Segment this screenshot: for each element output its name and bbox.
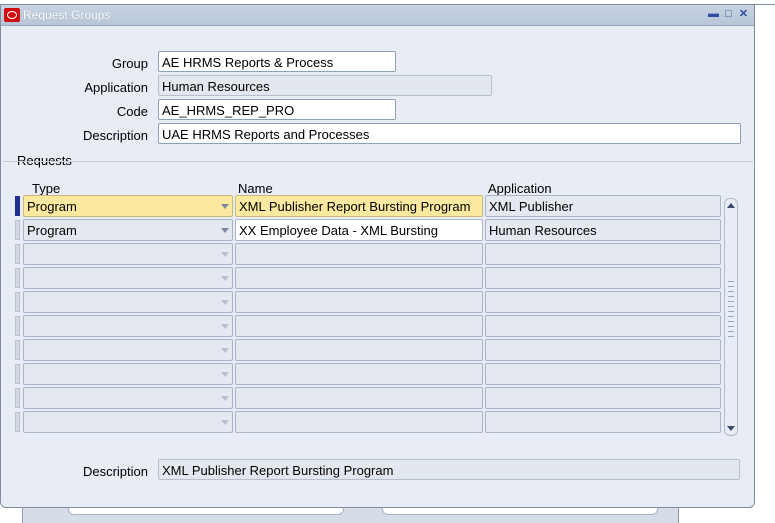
application-cell[interactable] [485,339,721,361]
table-row[interactable] [15,291,723,313]
table-row[interactable] [15,267,723,289]
name-cell[interactable] [235,267,483,289]
footer-description-label: Description [82,464,148,479]
dropdown-arrow-icon[interactable] [221,348,229,353]
name-cell[interactable] [235,243,483,265]
row-indicator[interactable] [15,244,20,264]
table-row[interactable]: Program XML Publisher Report Bursting Pro… [15,195,723,217]
name-cell[interactable] [235,387,483,409]
application-cell[interactable] [485,291,721,313]
type-cell[interactable] [23,363,233,385]
application-label: Application [84,80,148,95]
window-title: Request Groups [23,8,111,22]
dropdown-arrow-icon[interactable] [221,396,229,401]
maximize-icon[interactable]: □ [723,9,734,20]
name-cell[interactable] [235,363,483,385]
row-indicator[interactable] [15,340,20,360]
type-cell[interactable] [23,291,233,313]
table-row[interactable] [15,411,723,433]
group-label: Group [111,56,148,71]
type-cell[interactable]: Program [23,219,233,241]
dropdown-arrow-icon[interactable] [221,252,229,257]
row-indicator[interactable] [15,364,20,384]
name-cell[interactable] [235,411,483,433]
description-label: Description [82,128,148,143]
dropdown-arrow-icon[interactable] [221,204,229,209]
code-field[interactable]: AE_HRMS_REP_PRO [158,99,396,120]
type-value: Program [27,223,77,238]
row-indicator[interactable] [15,388,20,408]
application-cell[interactable] [485,315,721,337]
footer-description-field[interactable]: XML Publisher Report Bursting Program [158,459,740,480]
background-window-edge [755,4,775,5]
oracle-logo-icon [4,8,20,22]
application-column-header: Application [488,181,552,196]
application-cell[interactable]: Human Resources [485,219,721,241]
row-indicator[interactable] [15,220,20,240]
dropdown-arrow-icon[interactable] [221,228,229,233]
type-cell[interactable] [23,243,233,265]
row-indicator[interactable] [15,316,20,336]
table-row[interactable] [15,363,723,385]
section-divider [3,161,753,162]
dropdown-arrow-icon[interactable] [221,300,229,305]
row-indicator[interactable] [15,292,20,312]
close-icon[interactable]: ✕ [738,9,749,20]
type-column-header: Type [32,181,61,196]
type-cell[interactable] [23,411,233,433]
table-row[interactable] [15,339,723,361]
type-cell[interactable]: Program [23,195,233,217]
table-row[interactable] [15,243,723,265]
application-cell[interactable] [485,243,721,265]
application-cell[interactable]: XML Publisher [485,195,721,217]
dropdown-arrow-icon[interactable] [221,276,229,281]
title-bar[interactable]: Request Groups ▬ □ ✕ [1,5,754,26]
code-label: Code [116,104,148,119]
scroll-down-icon[interactable] [727,426,735,431]
table-row[interactable] [15,315,723,337]
application-cell[interactable] [485,387,721,409]
table-row[interactable] [15,387,723,409]
dropdown-arrow-icon[interactable] [221,420,229,425]
table-row[interactable]: Program XX Employee Data - XML Bursting Hu… [15,219,723,241]
dropdown-arrow-icon[interactable] [221,324,229,329]
scroll-grip[interactable] [728,281,734,341]
application-field[interactable]: Human Resources [158,75,492,96]
row-indicator[interactable] [15,412,20,432]
minimize-icon[interactable]: ▬ [708,9,719,20]
type-cell[interactable] [23,387,233,409]
group-field[interactable]: AE HRMS Reports & Process [158,51,396,72]
application-cell[interactable] [485,363,721,385]
type-cell[interactable] [23,315,233,337]
name-column-header: Name [238,181,273,196]
type-cell[interactable] [23,339,233,361]
name-cell[interactable] [235,315,483,337]
row-indicator[interactable] [15,268,20,288]
type-value: Program [27,199,77,214]
scroll-up-icon[interactable] [727,203,735,208]
name-cell[interactable]: XML Publisher Report Bursting Program [235,195,483,217]
row-indicator[interactable] [15,196,20,216]
application-cell[interactable] [485,267,721,289]
name-cell[interactable] [235,291,483,313]
request-groups-window: Request Groups ▬ □ ✕ Group AE HRMS Repor… [0,4,755,508]
application-cell[interactable] [485,411,721,433]
type-cell[interactable] [23,267,233,289]
description-field[interactable]: UAE HRMS Reports and Processes [158,123,741,144]
name-cell[interactable] [235,339,483,361]
requests-scrollbar[interactable] [724,198,738,436]
dropdown-arrow-icon[interactable] [221,372,229,377]
name-cell[interactable]: XX Employee Data - XML Bursting [235,219,483,241]
